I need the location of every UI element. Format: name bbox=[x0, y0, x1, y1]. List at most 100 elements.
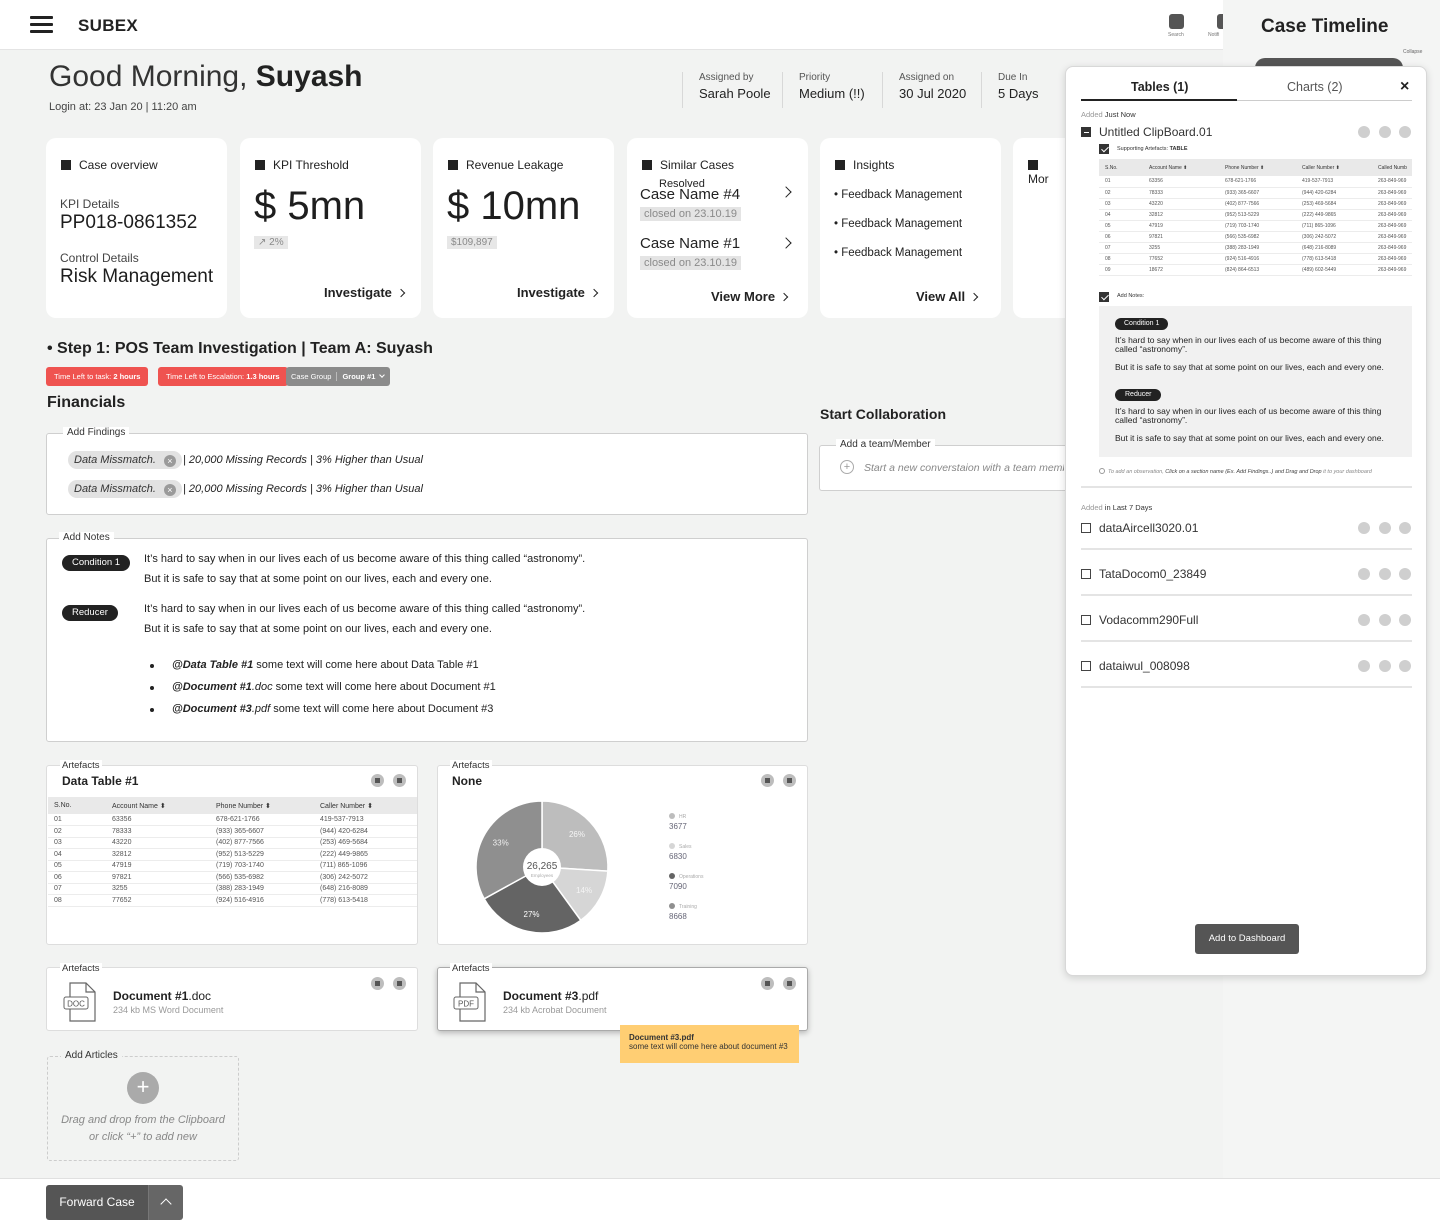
table-row: 07 3255 (388) 283-1949 (648) 216-8089 bbox=[48, 883, 417, 895]
table-row: 08 77652 (924) 516-4916 (778) 613-5418 bbox=[48, 894, 417, 907]
delete-icon[interactable] bbox=[783, 977, 796, 990]
delete-icon[interactable] bbox=[393, 774, 406, 787]
edit-icon[interactable] bbox=[1358, 660, 1370, 672]
chevron-right-icon[interactable] bbox=[780, 186, 792, 198]
table-header: S.No. Account Name ⬍ Phone Number ⬍ Call… bbox=[48, 797, 417, 814]
insights-card: Insights • Feedback Management • Feedbac… bbox=[820, 138, 1001, 318]
active-tab-indicator bbox=[1081, 99, 1237, 101]
similar-cases-card: Similar Cases Resolved Case Name #4 clos… bbox=[627, 138, 808, 318]
view-more-link[interactable]: View More bbox=[711, 289, 789, 304]
table-row: 01 63356 678-621-1766 419-537-7913 bbox=[48, 814, 417, 826]
add-circle-icon[interactable]: + bbox=[840, 460, 854, 474]
upload-icon[interactable] bbox=[371, 977, 384, 990]
delete-icon[interactable] bbox=[1379, 614, 1391, 626]
table-cell: (952) 513-5229 bbox=[1219, 209, 1296, 221]
similar-case-name[interactable]: Case Name #1 bbox=[640, 235, 740, 252]
svg-text:PDF: PDF bbox=[458, 1000, 474, 1009]
tab-tables[interactable]: Tables (1) bbox=[1131, 80, 1188, 94]
table-cell: 04 bbox=[48, 848, 106, 861]
upload-icon[interactable] bbox=[761, 977, 774, 990]
table-cell: (711) 865-1096 bbox=[1296, 220, 1372, 232]
delete-icon[interactable] bbox=[393, 977, 406, 990]
document-tooltip: Document #3.pdf some text will come here … bbox=[620, 1025, 799, 1063]
add-notes-label[interactable]: Add Notes bbox=[59, 532, 114, 543]
recent-item-title[interactable]: Vodacomm290Full bbox=[1099, 613, 1198, 627]
add-notes-checkbox[interactable] bbox=[1099, 292, 1109, 302]
chevron-down-icon[interactable] bbox=[1399, 614, 1411, 626]
collapse-link[interactable]: Collapse bbox=[1403, 49, 1422, 55]
recent-item-checkbox[interactable] bbox=[1081, 569, 1091, 579]
close-icon[interactable]: × bbox=[163, 455, 176, 467]
column-header: S.No. bbox=[1099, 159, 1143, 176]
chevron-down-icon[interactable] bbox=[1399, 568, 1411, 580]
expand-icon[interactable] bbox=[761, 774, 774, 787]
kpi-label: KPI Details bbox=[60, 197, 120, 211]
document-3-artefact[interactable] bbox=[437, 967, 808, 1031]
note-tag[interactable]: Reducer bbox=[62, 605, 118, 621]
table-cell: 3255 bbox=[106, 883, 210, 895]
chevron-down-icon[interactable] bbox=[1399, 522, 1411, 534]
finding-tag[interactable]: Data Missmatch. × bbox=[68, 451, 182, 469]
close-icon[interactable]: × bbox=[163, 484, 176, 496]
edit-icon[interactable] bbox=[1358, 126, 1370, 138]
add-findings-box[interactable] bbox=[46, 433, 808, 515]
tab-charts[interactable]: Charts (2) bbox=[1287, 80, 1343, 94]
chevron-right-icon bbox=[779, 292, 789, 302]
legend-item: Operations bbox=[669, 873, 703, 880]
hamburger-menu-icon[interactable] bbox=[30, 16, 53, 33]
forward-options-button[interactable] bbox=[148, 1185, 183, 1220]
delete-icon[interactable] bbox=[1379, 660, 1391, 672]
chevron-up-icon[interactable] bbox=[1399, 126, 1411, 138]
recent-item-title[interactable]: dataAircell3020.01 bbox=[1099, 521, 1198, 535]
chevron-right-icon bbox=[969, 292, 979, 302]
delete-icon[interactable] bbox=[1379, 522, 1391, 534]
delete-icon[interactable] bbox=[1379, 126, 1391, 138]
collapse-checkbox[interactable] bbox=[1081, 127, 1091, 137]
pdf-file-icon: PDF bbox=[453, 982, 486, 1022]
table-row: 01 63356 678-621-1766 419-537-7913 263-849-9… bbox=[1099, 176, 1412, 188]
delete-icon[interactable] bbox=[1379, 568, 1391, 580]
close-icon[interactable]: × bbox=[1400, 78, 1409, 96]
column-header: Account Name ⬍ bbox=[1143, 159, 1219, 176]
edit-icon[interactable] bbox=[1358, 614, 1370, 626]
similar-case-name[interactable]: Case Name #4 bbox=[640, 186, 740, 203]
finding-tag[interactable]: Data Missmatch. × bbox=[68, 480, 182, 498]
table-cell: (402) 877-7566 bbox=[1219, 198, 1296, 210]
expand-icon[interactable] bbox=[371, 774, 384, 787]
conversation-input[interactable]: Start a new converstaion with a team mem… bbox=[864, 462, 1064, 474]
chevron-down-icon[interactable] bbox=[1399, 660, 1411, 672]
collaboration-title: Start Collaboration bbox=[820, 406, 947, 422]
table-cell: 08 bbox=[1099, 253, 1143, 265]
clipboard-item-title[interactable]: Untitled ClipBoard.01 bbox=[1099, 125, 1212, 139]
control-label: Control Details bbox=[60, 251, 139, 265]
delete-icon[interactable] bbox=[783, 774, 796, 787]
case-overview-card: Case overview KPI Details PP018-0861352 … bbox=[46, 138, 227, 318]
recent-item-checkbox[interactable] bbox=[1081, 661, 1091, 671]
search-icon[interactable] bbox=[1169, 14, 1184, 29]
document-1-meta: 234 kb MS Word Document bbox=[113, 1005, 224, 1015]
forward-case-button[interactable]: Forward Case bbox=[46, 1185, 148, 1220]
document-1-artefact[interactable] bbox=[46, 967, 418, 1031]
investigate-link[interactable]: Investigate bbox=[324, 285, 406, 300]
case-overview-title: Case overview bbox=[61, 158, 158, 172]
recent-item-checkbox[interactable] bbox=[1081, 523, 1091, 533]
chevron-right-icon[interactable] bbox=[780, 237, 792, 249]
table-cell: (222) 449-9865 bbox=[314, 848, 417, 861]
table-cell: 678-621-1766 bbox=[210, 814, 314, 826]
table-cell: 419-537-7913 bbox=[314, 814, 417, 826]
table-cell: (306) 242-5072 bbox=[314, 871, 417, 884]
recent-item-title[interactable]: TataDocom0_23849 bbox=[1099, 567, 1206, 581]
supporting-artefacts-checkbox[interactable] bbox=[1099, 144, 1109, 154]
view-all-link[interactable]: View All bbox=[916, 289, 979, 304]
add-findings-label[interactable]: Add Findings bbox=[63, 427, 130, 438]
more-title: Mor bbox=[1028, 158, 1065, 186]
edit-icon[interactable] bbox=[1358, 568, 1370, 580]
note-tag[interactable]: Condition 1 bbox=[62, 555, 131, 571]
add-article-button[interactable]: + bbox=[127, 1072, 159, 1104]
edit-icon[interactable] bbox=[1358, 522, 1370, 534]
investigate-link[interactable]: Investigate bbox=[517, 285, 599, 300]
case-group-dropdown[interactable]: Case Group Group #1 bbox=[286, 367, 391, 386]
recent-item-checkbox[interactable] bbox=[1081, 615, 1091, 625]
add-to-dashboard-button[interactable]: Add to Dashboard bbox=[1195, 924, 1299, 954]
recent-item-title[interactable]: dataiwul_008098 bbox=[1099, 659, 1190, 673]
